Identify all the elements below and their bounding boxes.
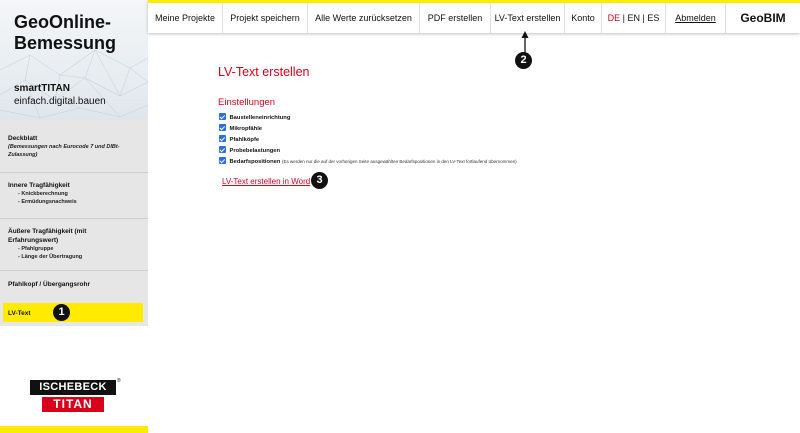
checkbox-micropiles[interactable] <box>219 124 226 131</box>
sidebar-item-label: Innere Tragfähigkeit <box>8 182 70 189</box>
sidebar-item-inner-capacity[interactable]: Innere Tragfähigkeit - Knickberechnung -… <box>0 172 148 206</box>
nav-language-switcher: DE | EN | ES <box>602 3 666 33</box>
arrow-up-icon <box>521 31 529 53</box>
option-site-setup: Baustelleneinrichtung <box>219 113 291 123</box>
sidebar-item-pile-head[interactable]: Pfahlkopf / Übergangsrohr <box>0 270 148 300</box>
logo-registered-mark: ® <box>117 378 121 384</box>
nav-geobim-logo[interactable]: GeoBIM <box>726 3 800 33</box>
option-micropiles: Mikropfähle <box>219 124 263 134</box>
app-title-line1: GeoOnline- <box>14 12 112 32</box>
checkbox-contingency-items[interactable] <box>219 157 226 164</box>
app-title: GeoOnline- Bemessung <box>14 12 144 54</box>
sidebar-item-lv-text[interactable]: LV-Text <box>3 303 143 322</box>
brand-header: GeoOnline- Bemessung smartTITAN einfach.… <box>0 0 148 120</box>
nav-create-lv-text[interactable]: LV-Text erstellen <box>491 3 565 33</box>
sidebar-subitem-buckling[interactable]: - Knickberechnung <box>8 190 148 198</box>
option-contingency-items: Bedarfspositionen (Es werden nur die auf… <box>219 157 517 167</box>
brand-product-name: smartTITAN <box>14 83 70 94</box>
nav-logout[interactable]: Abmelden <box>666 3 726 33</box>
sidebar: GeoOnline- Bemessung smartTITAN einfach.… <box>0 0 148 433</box>
nav-account[interactable]: Konto <box>565 3 602 33</box>
sidebar-subitem-pile-group[interactable]: - Pfahlgruppe <box>8 245 148 253</box>
sidebar-subitem-transfer-length[interactable]: - Länge der Übertragung <box>8 253 148 261</box>
option-label: Pfahlköpfe <box>229 136 260 143</box>
step-badge-2: 2 <box>515 52 532 69</box>
app-title-line2: Bemessung <box>14 33 117 53</box>
nav-logout-label: Abmelden <box>675 13 716 23</box>
sidebar-item-label: Äußere Tragfähigkeit (mit Erfahrungswert… <box>8 228 87 244</box>
nav-my-projects[interactable]: Meine Projekte <box>148 3 223 33</box>
logo-text-ischebeck: ISCHEBECK <box>30 380 116 395</box>
option-pile-heads: Pfahlköpfe <box>219 135 260 145</box>
brand-slogan: einfach.digital.bauen <box>14 96 106 107</box>
settings-heading: Einstellungen <box>218 97 276 108</box>
option-label: Baustelleneinrichtung <box>229 114 291 121</box>
option-note: (Es werden nur die auf der vorherigen Se… <box>282 158 517 164</box>
option-label: Bedarfspositionen <box>229 158 281 165</box>
step-badge-1: 1 <box>53 304 70 321</box>
create-word-link[interactable]: LV-Text erstellen in Word <box>222 177 310 186</box>
sidebar-item-label: Deckblatt <box>8 135 38 142</box>
page-title: LV-Text erstellen <box>218 65 310 79</box>
sidebar-item-label: Pfahlkopf / Übergangsrohr <box>8 281 90 288</box>
option-load-tests: Probebelastungen <box>219 146 281 156</box>
lang-en-link[interactable]: EN <box>627 13 640 23</box>
nav-create-pdf[interactable]: PDF erstellen <box>420 3 491 33</box>
option-label: Mikropfähle <box>229 125 263 132</box>
lang-de-link[interactable]: DE <box>608 13 621 23</box>
checkbox-site-setup[interactable] <box>219 113 226 120</box>
sidebar-footer-bar <box>0 426 148 433</box>
sidebar-item-deckblatt[interactable]: Deckblatt (Bemessungen nach Eurocode 7 u… <box>0 134 148 159</box>
option-label: Probebelastungen <box>229 147 281 154</box>
lang-es-link[interactable]: ES <box>647 13 659 23</box>
sidebar-item-note: (Bemessungen nach Eurocode 7 und DIBt-Zu… <box>8 144 120 158</box>
sidebar-menu: Deckblatt (Bemessungen nach Eurocode 7 u… <box>0 120 148 326</box>
company-logo: ISCHEBECK TITAN ® <box>28 378 121 414</box>
checkbox-load-tests[interactable] <box>219 146 226 153</box>
top-navigation: Meine Projekte Projekt speichern Alle We… <box>148 0 800 33</box>
step-badge-3: 3 <box>311 172 328 189</box>
sidebar-subitem-fatigue[interactable]: - Ermüdungsnachweis <box>8 198 148 206</box>
checkbox-pile-heads[interactable] <box>219 135 226 142</box>
nav-reset-values[interactable]: Alle Werte zurücksetzen <box>308 3 420 33</box>
nav-save-project[interactable]: Projekt speichern <box>223 3 308 33</box>
sidebar-item-outer-capacity[interactable]: Äußere Tragfähigkeit (mit Erfahrungswert… <box>0 218 148 261</box>
sidebar-item-label: LV-Text <box>8 310 31 317</box>
logo-text-titan: TITAN <box>42 397 104 412</box>
